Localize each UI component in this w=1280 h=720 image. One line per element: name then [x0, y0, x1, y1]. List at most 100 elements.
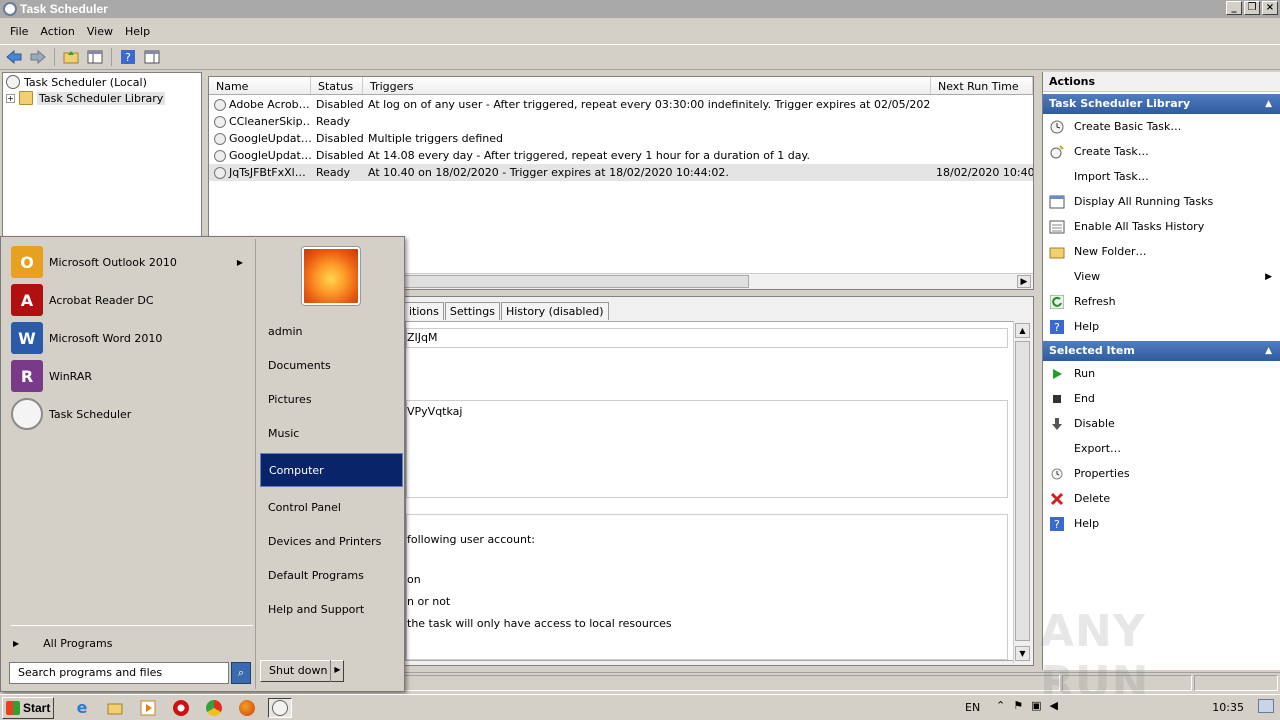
- task-next-run-cell: 18/02/2020 10:40:0: [936, 166, 1033, 179]
- action-refresh[interactable]: Refresh: [1043, 289, 1280, 314]
- collapse-icon[interactable]: ▲: [1265, 94, 1272, 114]
- start-link-admin[interactable]: admin: [260, 315, 403, 349]
- scroll-down-icon[interactable]: ▼: [1015, 646, 1030, 661]
- start-link-computer[interactable]: Computer: [260, 453, 403, 487]
- clock[interactable]: 10:35: [1212, 701, 1244, 714]
- action-import-task[interactable]: Import Task…: [1043, 164, 1280, 189]
- action-help[interactable]: ? Help: [1043, 511, 1280, 536]
- forward-arrow-icon[interactable]: [28, 47, 48, 67]
- task-scheduler-taskbar-icon[interactable]: [268, 697, 292, 718]
- task-triggers-cell: Multiple triggers defined: [368, 132, 503, 145]
- start-button[interactable]: Start: [2, 696, 54, 719]
- media-player-icon[interactable]: [136, 698, 160, 718]
- help-icon[interactable]: ?: [118, 47, 138, 67]
- menu-file[interactable]: File: [4, 25, 34, 38]
- tree-item-local[interactable]: Task Scheduler (Local): [3, 74, 201, 90]
- action-pane-icon[interactable]: [142, 47, 162, 67]
- column-status[interactable]: Status: [311, 77, 363, 94]
- collapse-icon[interactable]: ▲: [1265, 341, 1272, 361]
- menu-view[interactable]: View: [81, 25, 119, 38]
- program-microsoft-word-2010[interactable]: W Microsoft Word 2010: [3, 319, 255, 357]
- vertical-scroll-thumb[interactable]: [1015, 341, 1030, 641]
- action-run[interactable]: Run: [1043, 361, 1280, 386]
- action-new-folder[interactable]: New Folder…: [1043, 239, 1280, 264]
- action-view[interactable]: View ▶: [1043, 264, 1280, 289]
- tray-expand-icon[interactable]: ⌃: [996, 699, 1005, 712]
- start-link-music[interactable]: Music: [260, 417, 403, 451]
- expand-icon[interactable]: +: [6, 93, 15, 103]
- action-create-basic-task[interactable]: Create Basic Task…: [1043, 114, 1280, 139]
- back-arrow-icon[interactable]: [4, 47, 24, 67]
- action-center-icon[interactable]: ⚑: [1013, 699, 1023, 712]
- create-task-icon: [1049, 144, 1065, 160]
- start-link-default-programs[interactable]: Default Programs: [260, 559, 403, 593]
- scroll-up-icon[interactable]: ▲: [1015, 323, 1030, 338]
- action-disable[interactable]: Disable: [1043, 411, 1280, 436]
- scroll-right-icon[interactable]: ▶: [1017, 275, 1031, 288]
- start-link-documents[interactable]: Documents: [260, 349, 403, 383]
- program-winrar[interactable]: R WinRAR: [3, 357, 255, 395]
- menu-help[interactable]: Help: [119, 25, 156, 38]
- action-enable-all-tasks-history[interactable]: Enable All Tasks History: [1043, 214, 1280, 239]
- action-properties[interactable]: Properties: [1043, 461, 1280, 486]
- show-desktop-icon[interactable]: [1258, 699, 1274, 713]
- show-hide-console-icon[interactable]: [85, 47, 105, 67]
- tab-history[interactable]: History (disabled): [500, 302, 609, 320]
- program-acrobat-reader-dc[interactable]: A Acrobat Reader DC: [3, 281, 255, 319]
- table-row[interactable]: GoogleUpdat… Disabled Multiple triggers de…: [209, 130, 1033, 147]
- table-row[interactable]: JqTsJFBtFxXl… Ready At 10.40 on 18/02/2020…: [209, 164, 1033, 181]
- blank-icon: [1049, 269, 1065, 285]
- start-link-pictures[interactable]: Pictures: [260, 383, 403, 417]
- column-name[interactable]: Name: [209, 77, 311, 94]
- action-help[interactable]: ? Help: [1043, 314, 1280, 339]
- system-tray: EN ⌃ ⚑ ▣ ◀ 10:35: [965, 696, 1280, 718]
- chrome-icon[interactable]: [202, 698, 226, 718]
- tab-settings[interactable]: Settings: [444, 302, 500, 320]
- action-display-all-running-tasks[interactable]: Display All Running Tasks: [1043, 189, 1280, 214]
- action-end[interactable]: End: [1043, 386, 1280, 411]
- search-input[interactable]: Search programs and files: [9, 662, 229, 684]
- action-create-task[interactable]: Create Task…: [1043, 139, 1280, 164]
- tab-conditions[interactable]: itions: [405, 302, 444, 320]
- action-delete[interactable]: Delete: [1043, 486, 1280, 511]
- table-row[interactable]: GoogleUpdat… Disabled At 14.08 every day -…: [209, 147, 1033, 164]
- avatar[interactable]: [302, 247, 360, 305]
- volume-icon[interactable]: ◀: [1050, 699, 1058, 712]
- action-label: Disable: [1074, 417, 1115, 430]
- close-button[interactable]: ×: [1262, 1, 1278, 15]
- task-name: CCleanerSkip…: [229, 115, 311, 128]
- column-next-run[interactable]: Next Run Time: [931, 77, 1033, 94]
- menu-action[interactable]: Action: [34, 25, 80, 38]
- actions-section-selected[interactable]: Selected Item ▲: [1043, 341, 1280, 361]
- start-link-devices-and-printers[interactable]: Devices and Printers: [260, 525, 403, 559]
- ie-icon[interactable]: e: [70, 698, 94, 718]
- table-row[interactable]: CCleanerSkip… Ready: [209, 113, 1033, 130]
- window-title: Task Scheduler: [20, 2, 108, 16]
- up-folder-icon[interactable]: [61, 47, 81, 67]
- action-label: Properties: [1074, 467, 1130, 480]
- start-link-control-panel[interactable]: Control Panel: [260, 491, 403, 525]
- scroll-thumb[interactable]: [399, 275, 749, 288]
- table-row[interactable]: Adobe Acrob… Disabled At log on of any use…: [209, 96, 1033, 113]
- program-task-scheduler[interactable]: Task Scheduler: [3, 395, 255, 433]
- minimize-button[interactable]: _: [1226, 1, 1242, 15]
- properties-icon: [1049, 466, 1065, 482]
- explorer-icon[interactable]: [103, 698, 127, 718]
- start-link-help-and-support[interactable]: Help and Support: [260, 593, 403, 627]
- maximize-button[interactable]: ❐: [1244, 1, 1260, 15]
- vertical-scrollbar[interactable]: ▲ ▼: [1013, 321, 1031, 663]
- action-export[interactable]: Export…: [1043, 436, 1280, 461]
- network-icon[interactable]: ▣: [1031, 699, 1041, 712]
- language-indicator[interactable]: EN: [965, 701, 980, 714]
- search-icon[interactable]: ⌕: [231, 662, 251, 684]
- task-status-cell: Disabled: [316, 132, 363, 145]
- shutdown-options-icon[interactable]: ▶: [330, 660, 344, 682]
- detail-tabs: itions Settings History (disabled): [405, 302, 610, 320]
- all-programs-button[interactable]: ▶ All Programs: [13, 635, 112, 651]
- firefox-icon[interactable]: [235, 698, 259, 718]
- program-microsoft-outlook-2010[interactable]: O Microsoft Outlook 2010 ▶: [3, 243, 255, 281]
- column-triggers[interactable]: Triggers: [363, 77, 931, 94]
- opera-icon[interactable]: [169, 698, 193, 718]
- tree-item-library[interactable]: + Task Scheduler Library: [3, 90, 201, 106]
- actions-section-library[interactable]: Task Scheduler Library ▲: [1043, 94, 1280, 114]
